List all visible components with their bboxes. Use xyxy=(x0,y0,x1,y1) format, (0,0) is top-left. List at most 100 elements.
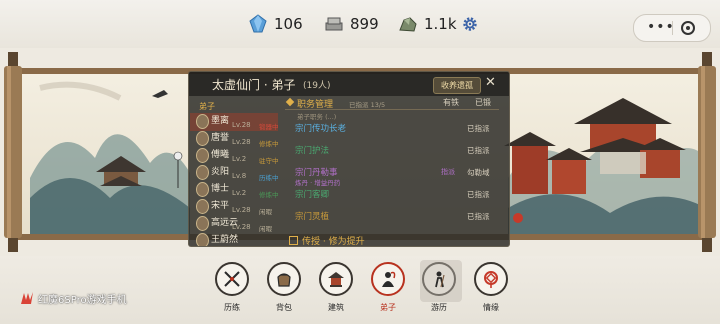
adopt-orphan-button[interactable]: 收养遗孤 xyxy=(433,77,481,94)
disciple-row[interactable]: 宋平 Lv.28 闲暇 xyxy=(190,198,278,216)
close-target-icon[interactable] xyxy=(681,21,695,35)
duty-name: 宗门客卿 xyxy=(295,190,330,200)
disciple-row[interactable]: 王蔚然 xyxy=(190,232,278,246)
nav-crossed-swords[interactable]: 历练 xyxy=(212,262,252,313)
close-icon[interactable]: ✕ xyxy=(485,75,496,90)
avatar xyxy=(196,131,209,146)
nav-icon-frame[interactable] xyxy=(420,260,462,302)
nav-traveler[interactable]: 游历 xyxy=(419,260,462,313)
silver-ingot-icon xyxy=(325,17,343,31)
avatar xyxy=(196,233,209,246)
nav-label: 弟子 xyxy=(380,303,396,312)
bag-icon xyxy=(277,273,291,287)
disciple-level: Lv.28 xyxy=(232,121,251,129)
silver-resource: 899 xyxy=(324,13,379,35)
nav-pavilion[interactable]: 建筑 xyxy=(316,262,356,313)
duty-state[interactable]: 已指派 xyxy=(467,145,490,156)
disciple-name: 炎阳 xyxy=(211,167,230,177)
duty-row[interactable]: 宗门传功长老 已指派 xyxy=(291,121,501,137)
disciple-name: 王蔚然 xyxy=(211,235,239,245)
duty-footer-label: 传授 · 修为提升 xyxy=(302,237,365,247)
avatar xyxy=(196,114,209,129)
traveler-icon xyxy=(435,271,445,288)
avatar xyxy=(196,216,209,231)
disciple-list: 弟子 墨离 Lv.28 锻器中 唐誉 Lv.28 修炼中 傅曦 Lv.2 驻守中 炎阳 Lv.8 历练… xyxy=(190,97,279,246)
gem-resource: 106 xyxy=(248,13,303,35)
disciple-row[interactable]: 炎阳 Lv.8 历练中 xyxy=(190,164,279,182)
miniprogram-capsule: ••• xyxy=(633,14,711,42)
disciple-name: 博士 xyxy=(211,184,230,194)
silver-count: 899 xyxy=(350,15,379,33)
nav-icon-frame[interactable] xyxy=(319,262,353,296)
nav-label: 情缘 xyxy=(483,303,499,312)
nav-icon-frame[interactable] xyxy=(215,262,249,296)
duty-section-header: 职务管理 已指派 13/5 有铁 已锻 xyxy=(285,97,499,110)
nav-label: 历练 xyxy=(224,303,240,312)
avatar xyxy=(196,165,209,180)
duty-desc: 炼丹 · 增益丹药 xyxy=(295,179,341,187)
nav-label: 背包 xyxy=(276,303,292,312)
duty-section-right: 有铁 xyxy=(443,98,459,107)
duty-row[interactable]: 宗门客卿 已指派 xyxy=(291,187,501,203)
duty-row[interactable]: 宗门丹勒事 指派 勾勒域 炼丹 · 增益丹药 xyxy=(291,165,501,187)
disciple-count: (19人) xyxy=(303,81,331,91)
disciple-level: Lv.2 xyxy=(232,189,247,197)
nav-disciple[interactable]: 弟子 xyxy=(368,262,408,313)
left-scroll-roller xyxy=(4,52,22,252)
duty-name: 宗门护法 xyxy=(295,146,330,156)
duty-state[interactable]: 勾勒域 xyxy=(467,167,490,178)
duty-section-sub: 已指派 13/5 xyxy=(349,101,386,109)
duty-footer[interactable]: 传授 · 修为提升 xyxy=(289,234,365,247)
capsule-divider xyxy=(672,21,673,35)
pavilion-icon xyxy=(328,272,344,287)
disciple-row[interactable]: 博士 Lv.2 修炼中 xyxy=(190,181,279,199)
disciple-row[interactable]: 墨离 Lv.28 锻器中 xyxy=(190,113,279,131)
nav-label: 游历 xyxy=(431,303,447,312)
chinese-knot-icon xyxy=(484,271,498,288)
duty-section-title: 职务管理 xyxy=(297,100,334,110)
resource-bar: 106 899 1.1k ••• xyxy=(0,0,720,48)
nav-icon-frame[interactable] xyxy=(267,262,301,296)
gear-icon[interactable] xyxy=(461,15,479,33)
disciple-tab[interactable]: 弟子 xyxy=(199,101,215,112)
right-scroll-roller xyxy=(698,52,716,252)
duty-state[interactable]: 已指派 xyxy=(467,189,490,200)
avatar xyxy=(196,199,209,214)
crossed-swords-icon xyxy=(224,271,240,287)
avatar xyxy=(196,182,209,197)
disciple-row[interactable]: 傅曦 Lv.2 驻守中 xyxy=(190,147,279,165)
duty-state[interactable]: 已指派 xyxy=(467,123,490,134)
stone-count: 1.1k xyxy=(424,15,457,33)
duty-subheader: 弟子职务 (...) xyxy=(297,113,337,121)
nav-label: 建筑 xyxy=(328,303,344,312)
duty-row[interactable]: 宗门灵植 已指派 xyxy=(291,209,501,225)
disciple-level: Lv.28 xyxy=(232,138,251,146)
watermark-text: 红魔6SPro游戏手机 xyxy=(38,294,127,306)
duty-section-right2: 已锻 xyxy=(475,98,491,107)
gem-count: 106 xyxy=(274,15,303,33)
duty-name: 宗门灵植 xyxy=(295,212,330,222)
disciple-row[interactable]: 高远云 Lv.28 闲暇 xyxy=(190,215,278,233)
disciple-name: 墨离 xyxy=(211,116,230,126)
checkbox-icon xyxy=(289,236,298,245)
nav-icon-frame[interactable] xyxy=(474,262,508,296)
disciple-icon xyxy=(382,271,396,287)
device-watermark: 红魔6SPro游戏手机 xyxy=(20,290,127,306)
disciple-name: 唐誉 xyxy=(211,133,230,143)
red-magic-logo xyxy=(21,292,33,304)
disciples-dialog: 太虚仙门 · 弟子 (19人) 收养遗孤 ✕ 弟子 墨离 Lv.28 锻器中 唐誉 Lv… xyxy=(188,71,510,247)
duty-row[interactable]: 宗门护法 已指派 xyxy=(291,143,501,159)
nav-icon-frame[interactable] xyxy=(371,262,405,296)
disciple-name: 傅曦 xyxy=(211,150,230,160)
more-icon[interactable]: ••• xyxy=(647,19,675,35)
gem-icon xyxy=(249,14,267,33)
disciple-level: Lv.2 xyxy=(232,155,247,163)
duty-state[interactable]: 已指派 xyxy=(467,211,490,222)
duty-tag: 指派 xyxy=(441,168,455,176)
dialog-title: 太虚仙门 · 弟子 xyxy=(212,78,296,92)
stone-resource: 1.1k xyxy=(398,13,457,35)
nav-chinese-knot[interactable]: 情缘 xyxy=(471,262,511,313)
avatar xyxy=(196,148,209,163)
nav-bag[interactable]: 背包 xyxy=(264,262,304,313)
disciple-row[interactable]: 唐誉 Lv.28 修炼中 xyxy=(190,130,279,148)
